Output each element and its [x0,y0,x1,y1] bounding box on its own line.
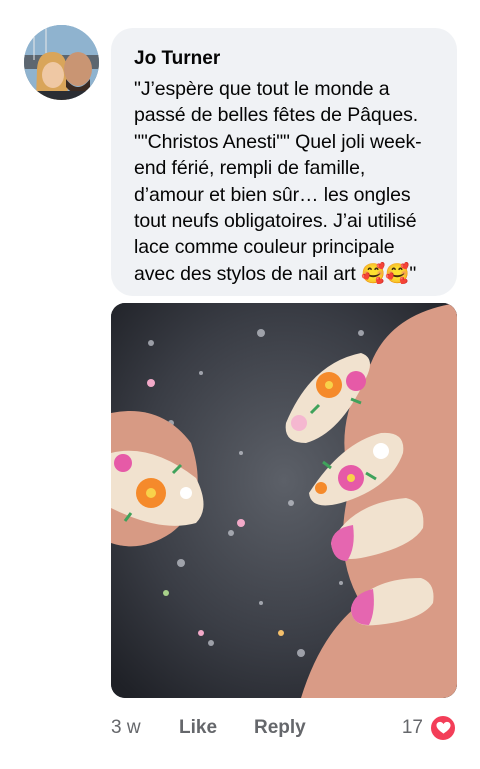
comment-text: "J’espère que tout le monde a passé de b… [134,78,422,285]
comment-author[interactable]: Jo Turner [134,46,435,72]
comment-timestamp[interactable]: 3 w [111,717,179,739]
reaction-count: 17 [401,717,423,738]
comment-bubble: Jo Turner "J’espère que tout le monde a … [111,28,457,296]
nail-art-photo [111,303,457,698]
avatar[interactable] [24,25,99,100]
heart-icon [429,714,457,742]
comment-actions: 3 w Like Reply 17 [111,713,457,743]
avatar-photo [24,25,99,100]
reaction-summary[interactable]: 17 [402,714,457,742]
comment-photo[interactable] [111,303,457,698]
reply-button[interactable]: Reply [254,717,306,739]
like-button[interactable]: Like [179,717,254,739]
